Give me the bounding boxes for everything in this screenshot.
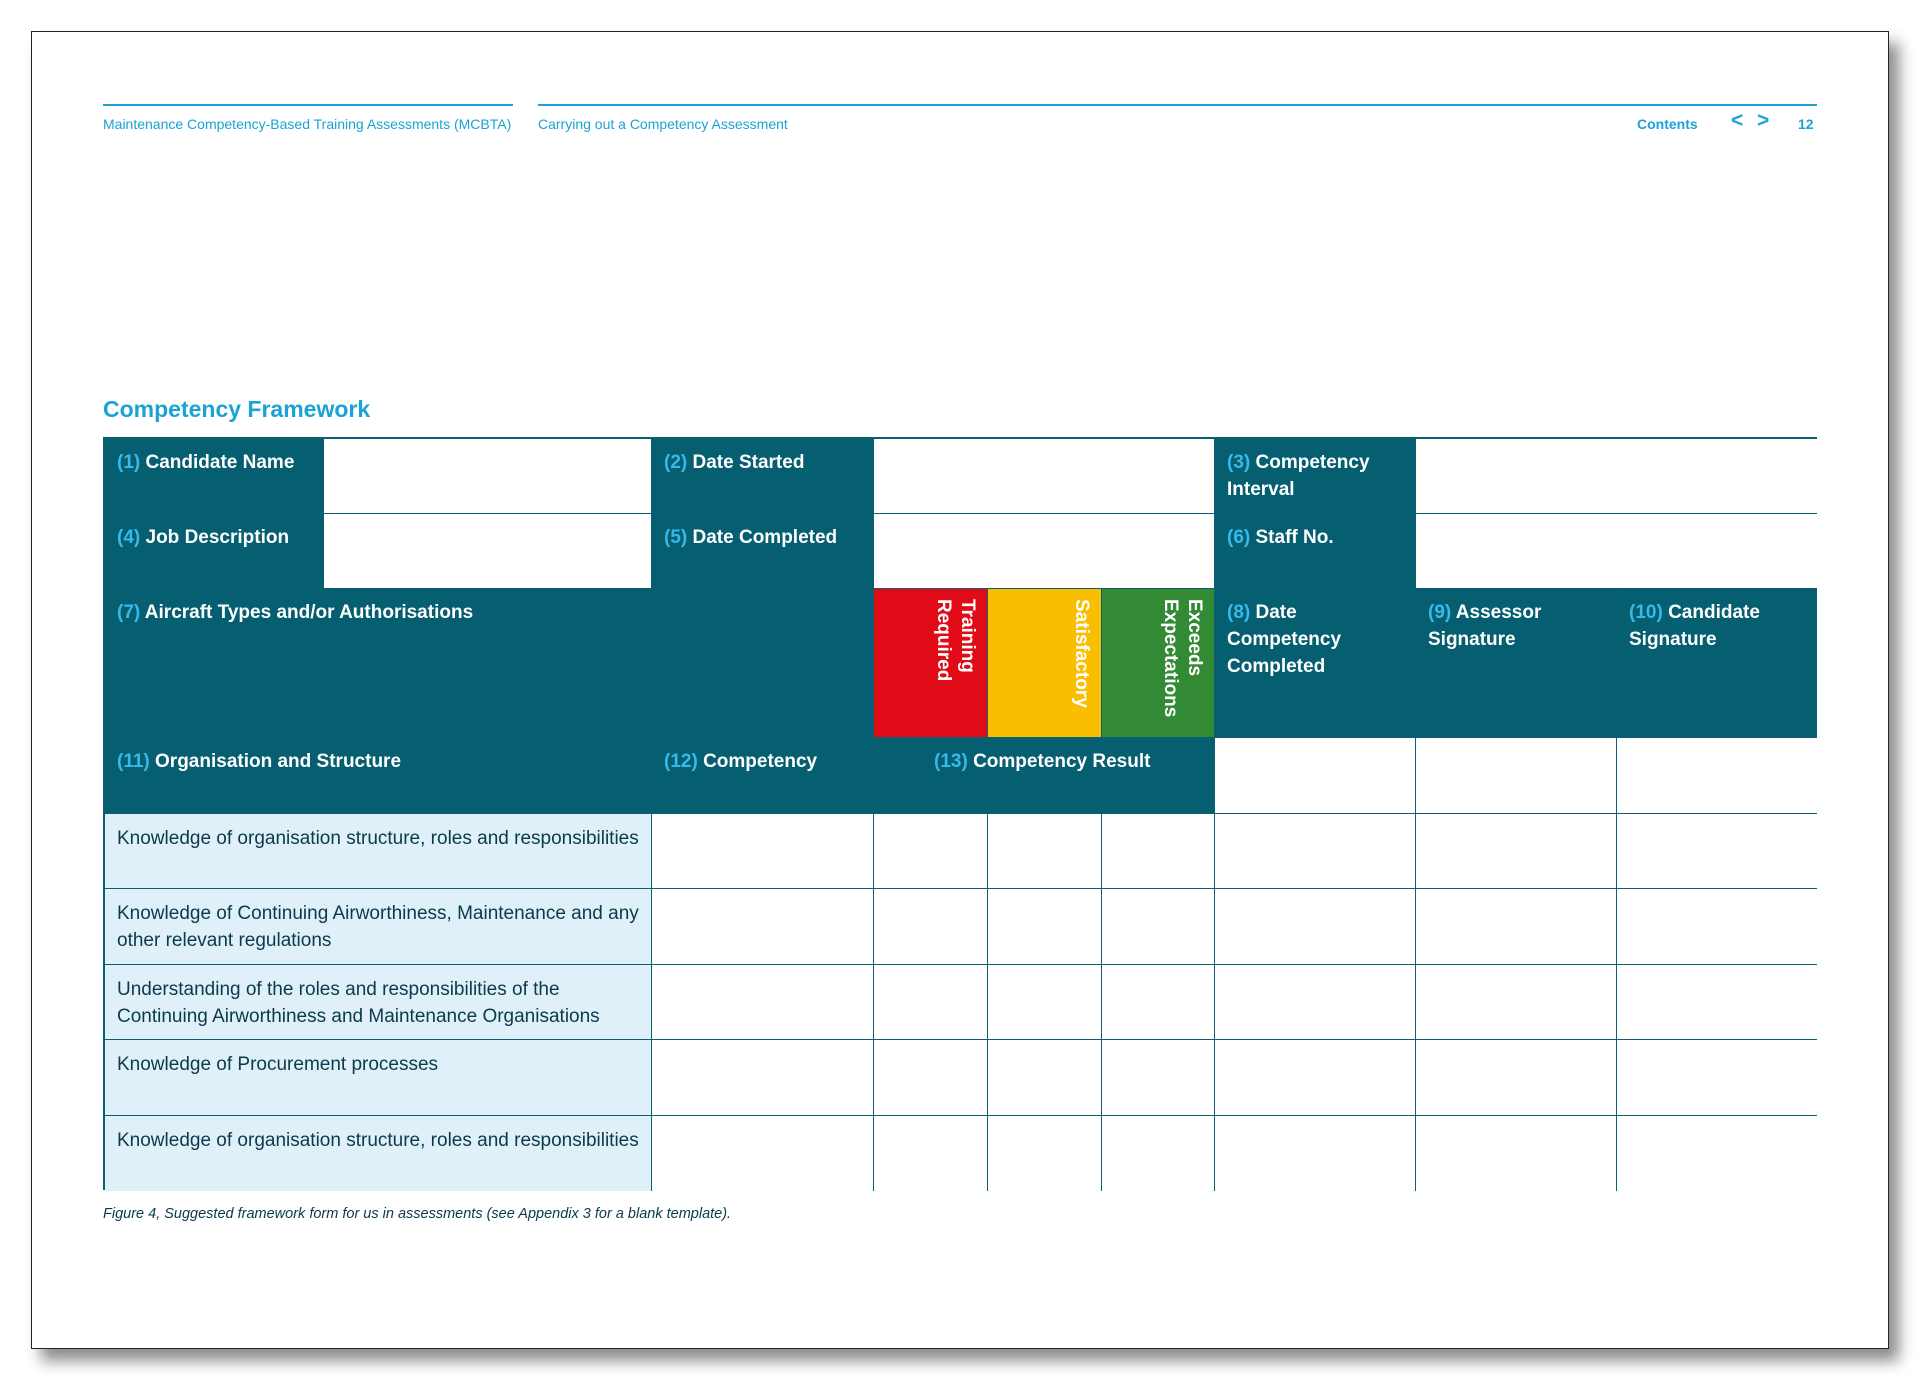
date-competency-completed-field[interactable] [1215,889,1416,965]
date-competency-completed-field[interactable] [1215,1115,1416,1191]
training-required-header: Training Required [874,589,988,738]
contents-link[interactable]: Contents [1637,116,1698,132]
date-competency-completed-field[interactable] [1215,964,1416,1041]
exceeds-expectations-field[interactable] [1102,1040,1215,1116]
candidate-name-field[interactable] [324,439,652,514]
candidate-signature-field[interactable] [1617,964,1817,1041]
exceeds-expectations-field[interactable] [1102,814,1215,890]
competency-field[interactable] [652,964,874,1041]
satisfactory-header: Satisfactory [988,589,1102,738]
header-blank-cell[interactable] [1215,738,1416,814]
header-blank-cell[interactable] [1416,738,1617,814]
competency-result-label: (13) Competency Result [874,738,1215,814]
competency-row-label: Knowledge of organisation structure, rol… [105,814,652,890]
figure-caption: Figure 4, Suggested framework form for u… [103,1206,732,1222]
exceeds-expectations-field[interactable] [1102,889,1215,965]
competency-interval-label: (3) Competency Interval [1215,439,1416,514]
header-blank-cell[interactable] [1617,738,1817,814]
exceeds-expectations-header: Exceeds Expectations [1102,589,1215,738]
date-competency-completed-field[interactable] [1215,814,1416,890]
organisation-structure-label: (11) Organisation and Structure [105,738,652,814]
competency-row-text: Knowledge of organisation structure, rol… [117,828,639,849]
competency-label: (12) Competency [652,738,874,814]
competency-row-label: Knowledge of organisation structure, rol… [105,1115,652,1191]
competency-row-text: Understanding of the roles and responsib… [117,978,600,1027]
assessor-signature-field[interactable] [1416,814,1617,890]
training-required-field[interactable] [874,889,988,965]
job-description-label: (4) Job Description [105,514,324,589]
competency-row-label: Knowledge of Continuing Airworthiness, M… [105,889,652,965]
competency-row-text: Knowledge of Procurement processes [117,1054,439,1076]
date-started-label: (2) Date Started [652,439,874,514]
satisfactory-field[interactable] [988,889,1102,965]
previous-page-icon[interactable]: < [1731,109,1743,133]
competency-row-label: Knowledge of Procurement processes [105,1040,652,1116]
assessor-signature-field[interactable] [1416,889,1617,965]
training-required-field[interactable] [874,814,988,890]
competency-interval-field[interactable] [1416,439,1817,514]
candidate-signature-field[interactable] [1617,889,1817,965]
competency-field[interactable] [652,889,874,965]
training-required-field[interactable] [874,964,988,1041]
document-title: Maintenance Competency-Based Training As… [103,116,512,132]
competency-row-text: Knowledge of organisation structure, rol… [117,1129,639,1151]
candidate-signature-field[interactable] [1617,814,1817,890]
date-competency-completed-field[interactable] [1215,1040,1416,1116]
satisfactory-field[interactable] [988,814,1102,890]
exceeds-expectations-field[interactable] [1102,964,1215,1041]
competency-field[interactable] [652,1115,874,1191]
assessor-signature-label: (9) Assessor Signature [1416,589,1617,738]
candidate-signature-field[interactable] [1617,1040,1817,1116]
page-number: 12 [1798,116,1814,132]
next-page-icon[interactable]: > [1757,109,1769,133]
date-completed-label: (5) Date Completed [652,514,874,589]
section-name: Carrying out a Competency Assessment [538,116,788,132]
date-started-field[interactable] [874,439,1215,514]
assessor-signature-field[interactable] [1416,1040,1617,1116]
training-required-field[interactable] [874,1040,988,1116]
competency-field[interactable] [652,814,874,890]
competency-field[interactable] [652,1040,874,1116]
header-rule-right [538,104,1817,106]
staff-no-field[interactable] [1416,514,1817,589]
competency-row-text: Knowledge of Continuing Airworthiness, M… [117,903,639,952]
competency-row-label: Understanding of the roles and responsib… [105,964,652,1041]
assessor-signature-field[interactable] [1416,964,1617,1041]
aircraft-types-label: (7) Aircraft Types and/or Authorisations [105,589,874,738]
candidate-signature-label: (10) Candidate Signature [1617,589,1817,738]
satisfactory-field[interactable] [988,1115,1102,1191]
job-description-field[interactable] [324,514,652,589]
assessor-signature-field[interactable] [1416,1115,1617,1191]
competency-framework-table: (1) Candidate Name (2) Date Started (3) … [103,437,1817,1191]
staff-no-label: (6) Staff No. [1215,514,1416,589]
date-competency-completed-label: (8) Date Competency Completed [1215,589,1416,738]
training-required-field[interactable] [874,1115,988,1191]
candidate-signature-field[interactable] [1617,1115,1817,1191]
header-rule-left [103,104,513,106]
satisfactory-field[interactable] [988,1040,1102,1116]
candidate-name-label: (1) Candidate Name [105,439,324,514]
satisfactory-field[interactable] [988,964,1102,1041]
section-title: Competency Framework [103,396,371,422]
exceeds-expectations-field[interactable] [1102,1115,1215,1191]
date-completed-field[interactable] [874,514,1215,589]
